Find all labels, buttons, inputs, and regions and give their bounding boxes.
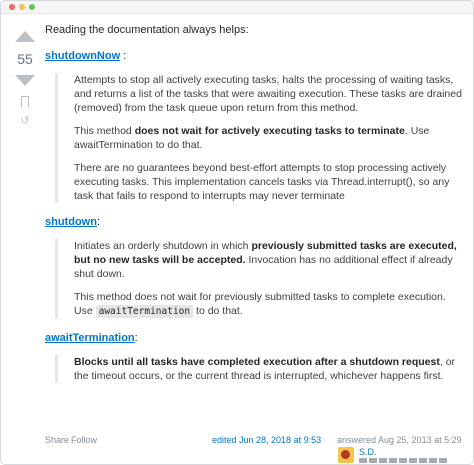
browser-window: 55 ↺ Reading the documentation always he… [0,0,474,465]
doc-quote: Initiates an orderly shutdown in which p… [55,239,465,319]
user-name-link[interactable]: S.D. [359,447,377,457]
user-reputation [359,458,449,463]
vote-count: 55 [17,51,33,67]
post-footer: Share Follow edited Jun 28, 2018 at 9:53… [45,435,465,464]
method-suffix: : [134,332,138,344]
bookmark-icon[interactable] [20,96,29,108]
bold-text: Blocks until all tasks have completed ex… [74,356,440,368]
intro-text: Reading the documentation always helps: [45,24,249,36]
share-link[interactable]: Share [45,435,69,445]
quote-paragraph: Initiates an orderly shutdown in which p… [74,239,465,281]
doc-quote: Attempts to stop all actively executing … [55,73,465,203]
method-link-1[interactable]: shutdown [45,216,97,228]
quote-paragraph: This method does not wait for previously… [74,290,465,319]
bold-text: does not wait for actively executing tas… [134,125,405,137]
method-suffix: : [120,50,127,62]
method-link-0[interactable]: shutdownNow [45,50,120,62]
window-controls [9,4,35,10]
close-window-icon[interactable] [9,4,15,10]
inline-code: awaitTermination [95,305,194,318]
method-heading: awaitTermination: [45,331,465,345]
text-span: This method [74,125,135,137]
answer-body: Reading the documentation always helps: … [45,23,465,395]
quote-paragraph: Blocks until all tasks have completed ex… [74,355,465,383]
answered-timestamp: answered Aug 25, 2013 at 5:29 [337,435,462,445]
avatar[interactable] [338,447,354,463]
method-link-2[interactable]: awaitTermination [45,332,135,344]
maximize-window-icon[interactable] [29,4,35,10]
quote-paragraph: This method does not wait for actively e… [74,124,465,152]
quote-paragraph: There are no guarantees beyond best-effo… [74,161,465,203]
method-heading: shutdown: [45,215,465,229]
minimize-window-icon[interactable] [19,4,25,10]
method-suffix: : [96,216,100,228]
follow-link[interactable]: Follow [71,435,97,445]
edited-link[interactable]: edited Jun 28, 2018 at 9:53 [212,435,321,445]
text-span: Initiates an orderly shutdown in which [74,240,252,252]
doc-quote: Blocks until all tasks have completed ex… [55,355,465,383]
arrow-up-icon[interactable] [15,31,35,42]
text-span: to do that. [193,305,243,317]
history-icon[interactable]: ↺ [20,116,29,127]
text-span: There are no guarantees beyond best-effo… [74,162,450,202]
text-span: Attempts to stop all actively executing … [74,74,462,114]
method-heading: shutdownNow : [45,49,465,63]
quote-paragraph: Attempts to stop all actively executing … [74,73,465,115]
arrow-down-icon[interactable] [15,75,35,86]
vote-cell: 55 ↺ [11,31,39,127]
title-bar [1,1,473,14]
methods-list: shutdownNow : Attempts to stop all active… [45,49,465,383]
